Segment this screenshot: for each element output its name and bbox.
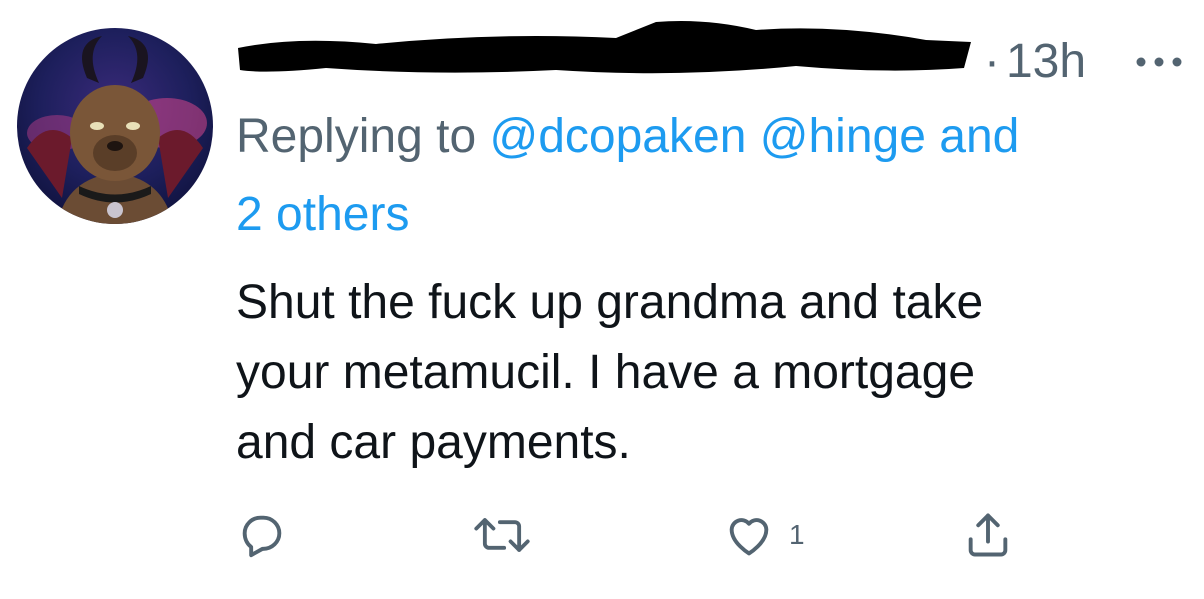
mention-dcopaken[interactable]: @dcopaken (489, 110, 746, 163)
replying-to: Replying to @dcopaken @hinge and 2 other… (236, 98, 1176, 254)
like-button[interactable]: 1 (723, 505, 805, 565)
replying-prefix: Replying to (236, 110, 477, 163)
more-horizontal-icon (1136, 57, 1182, 67)
reply-button[interactable] (236, 505, 288, 565)
tweet-text: Shut the fuck up grandma and take your m… (236, 276, 984, 469)
heart-icon (729, 518, 769, 556)
timestamp[interactable]: · 13h (984, 34, 1086, 90)
retweet-button[interactable] (472, 505, 532, 565)
timestamp-label: 13h (1005, 35, 1087, 88)
mention-others[interactable]: 2 others (236, 188, 409, 241)
like-count: 1 (789, 519, 805, 550)
mention-hinge[interactable]: @hinge (760, 110, 926, 163)
redacted-username (238, 21, 971, 74)
separator-dot: · (984, 35, 1000, 88)
share-button[interactable] (962, 505, 1014, 565)
mention-and[interactable]: and (939, 110, 1019, 163)
tweet[interactable]: · 13h Replying to @dcopaken @hinge and 2 … (0, 0, 1204, 599)
tweet-header: · 13h (236, 18, 1186, 88)
reply-bubble-icon (242, 515, 282, 558)
retweet-icon (474, 518, 530, 552)
avatar[interactable] (17, 28, 213, 224)
share-upload-icon (968, 513, 1008, 557)
more-button[interactable] (1129, 40, 1189, 80)
avatar-image (17, 28, 213, 224)
tweet-actions: 1 (0, 505, 1204, 565)
